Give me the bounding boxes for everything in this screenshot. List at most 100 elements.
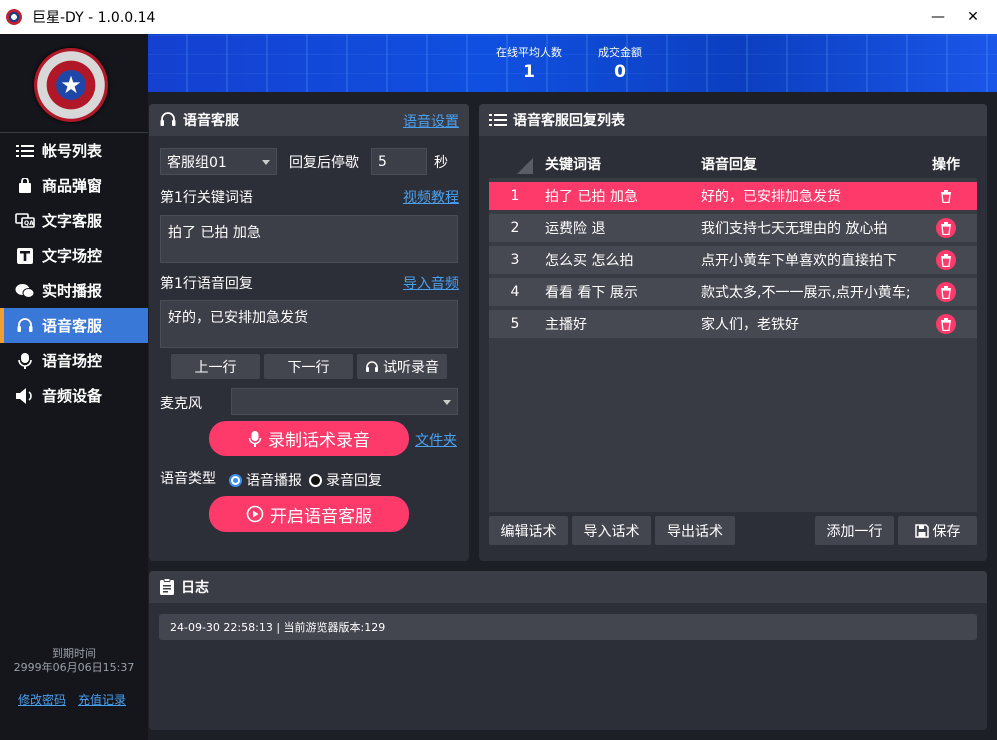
microphone-select[interactable] (231, 388, 458, 415)
delete-icon[interactable] (936, 314, 956, 334)
export-script-button[interactable]: 导出话术 (655, 516, 735, 545)
voice-type-broadcast-radio[interactable]: 语音播报 (229, 470, 302, 490)
close-button[interactable]: ✕ (956, 0, 990, 34)
sidebar-item-audio-device[interactable]: 音频设备 (0, 378, 148, 413)
voice-type-label: 语音类型 (160, 471, 216, 487)
folder-link[interactable]: 文件夹 (415, 430, 457, 450)
reply-textarea[interactable]: 好的，已安排加急发货 (160, 300, 458, 348)
column-header-index[interactable] (489, 150, 541, 178)
edit-script-button[interactable]: 编辑话术 (489, 516, 568, 545)
reply-table: 关键词语 语音回复 操作 1 拍了 已拍 加急 好的，已安排加急发货 2 运费险… (489, 150, 977, 512)
reply-list-header: 语音客服回复列表 (479, 104, 987, 136)
speaker-icon (14, 387, 36, 405)
sidebar-item-account-list[interactable]: 帐号列表 (0, 133, 148, 168)
prev-row-button[interactable]: 上一行 (171, 354, 260, 379)
play-circle-icon (246, 505, 264, 523)
button-label: 录制话术录音 (268, 431, 370, 451)
chat-text-icon: QA (14, 212, 36, 230)
button-label: 开启语音客服 (270, 506, 372, 527)
import-script-button[interactable]: 导入话术 (572, 516, 651, 545)
row-number: 1 (510, 188, 520, 204)
row-number: 2 (510, 220, 520, 236)
delete-icon[interactable] (936, 186, 956, 206)
sidebar-item-product-popup[interactable]: 商品弹窗 (0, 168, 148, 203)
delete-icon[interactable] (936, 218, 956, 238)
table-row[interactable]: 3 怎么买 怎么拍 点开小黄车下单喜欢的直接拍下 (489, 246, 977, 274)
sidebar-item-label: 帐号列表 (42, 142, 103, 160)
sidebar-item-text-service[interactable]: QA 文字客服 (0, 203, 148, 238)
sidebar-links: 修改密码 充值记录 (18, 691, 138, 708)
pause-unit: 秒 (434, 155, 448, 171)
change-password-link[interactable]: 修改密码 (18, 693, 66, 707)
title-bar: 巨星-DY - 1.0.0.14 — ✕ (0, 0, 997, 34)
service-group-select[interactable]: 客服组01 (160, 148, 277, 175)
minimize-button[interactable]: — (921, 0, 955, 34)
headphones-icon (365, 360, 379, 374)
voice-type-record-radio[interactable]: 录音回复 (309, 470, 382, 490)
wechat-icon (14, 282, 36, 300)
radio-off-icon (309, 473, 322, 487)
sidebar-item-label: 语音场控 (42, 352, 103, 370)
delete-icon[interactable] (936, 250, 956, 270)
row-number: 5 (510, 316, 520, 332)
row-keyword: 看看 看下 展示 (545, 285, 638, 301)
keyword-label: 第1行关键词语 (160, 190, 253, 206)
reply-label: 第1行语音回复 (160, 276, 253, 292)
row-reply: 家人们，老铁好 (701, 317, 799, 333)
panel-title: 语音客服 (183, 113, 239, 129)
voice-service-header: 语音客服 语音设置 (149, 104, 469, 136)
keyword-textarea[interactable]: 拍了 已拍 加急 (160, 215, 458, 263)
sidebar-item-live-broadcast[interactable]: 实时播报 (0, 273, 148, 308)
chevron-down-icon (443, 399, 451, 405)
radio-label: 录音回复 (326, 473, 382, 489)
table-header: 关键词语 语音回复 操作 (489, 150, 977, 178)
stat-label: 在线平均人数 (496, 46, 562, 59)
sidebar-item-voice-control[interactable]: 语音场控 (0, 343, 148, 378)
window-title: 巨星-DY - 1.0.0.14 (32, 10, 156, 26)
stats-banner: 在线平均人数 1 成交金额 0 (148, 34, 997, 92)
panel-title: 日志 (181, 580, 209, 596)
stat-value: 1 (523, 62, 535, 82)
row-keyword: 拍了 已拍 加急 (545, 189, 638, 205)
preview-record-button[interactable]: 试听录音 (357, 354, 447, 379)
chevron-down-icon (262, 159, 270, 165)
clipboard-icon (159, 578, 175, 596)
table-row[interactable]: 4 看看 看下 展示 款式太多,不一一展示,点开小黄车; (489, 278, 977, 306)
column-header-action: 操作 (932, 157, 960, 173)
radio-on-icon (229, 473, 242, 487)
import-audio-link[interactable]: 导入音频 (403, 273, 459, 293)
delete-icon[interactable] (936, 282, 956, 302)
stat-online-viewers: 在线平均人数 1 (484, 44, 574, 82)
row-keyword: 主播好 (545, 317, 587, 333)
sidebar-item-label: 音频设备 (42, 387, 103, 405)
stat-label: 成交金额 (598, 46, 642, 59)
save-disk-icon (914, 523, 929, 538)
pause-seconds-input[interactable]: 5 (371, 148, 427, 175)
start-voice-service-button[interactable]: 开启语音客服 (209, 496, 409, 532)
sidebar-item-label: 语音客服 (42, 317, 103, 335)
svg-text:QA: QA (24, 220, 34, 227)
select-value: 客服组01 (167, 154, 227, 171)
captain-shield-logo: ★ (34, 48, 108, 122)
sidebar-item-voice-service[interactable]: 语音客服 (0, 308, 148, 343)
log-header: 日志 (149, 571, 987, 603)
table-row[interactable]: 5 主播好 家人们，老铁好 (489, 310, 977, 338)
list-icon (489, 113, 507, 127)
sidebar-item-label: 实时播报 (42, 282, 103, 300)
recharge-record-link[interactable]: 充值记录 (78, 693, 126, 707)
row-reply: 款式太多,不一一展示,点开小黄车; (701, 285, 911, 301)
voice-service-panel: 语音客服 语音设置 客服组01 回复后停歇 5 秒 第1行关键词语 视频教程 拍… (149, 104, 469, 561)
text-t-icon (14, 247, 36, 265)
add-row-button[interactable]: 添加一行 (815, 516, 894, 545)
voice-settings-link[interactable]: 语音设置 (403, 111, 459, 131)
sidebar-item-text-control[interactable]: 文字场控 (0, 238, 148, 273)
table-row[interactable]: 2 运费险 退 我们支持七天无理由的 放心拍 (489, 214, 977, 242)
next-row-button[interactable]: 下一行 (264, 354, 353, 379)
table-row[interactable]: 1 拍了 已拍 加急 好的，已安排加急发货 (489, 182, 977, 210)
expire-date: 2999年06月06日15:37 (13, 661, 135, 674)
save-button[interactable]: 保存 (898, 516, 977, 545)
video-tutorial-link[interactable]: 视频教程 (403, 187, 459, 207)
button-label: 保存 (932, 523, 961, 540)
row-keyword: 怎么买 怎么拍 (545, 253, 634, 269)
record-script-button[interactable]: 录制话术录音 (209, 421, 409, 456)
